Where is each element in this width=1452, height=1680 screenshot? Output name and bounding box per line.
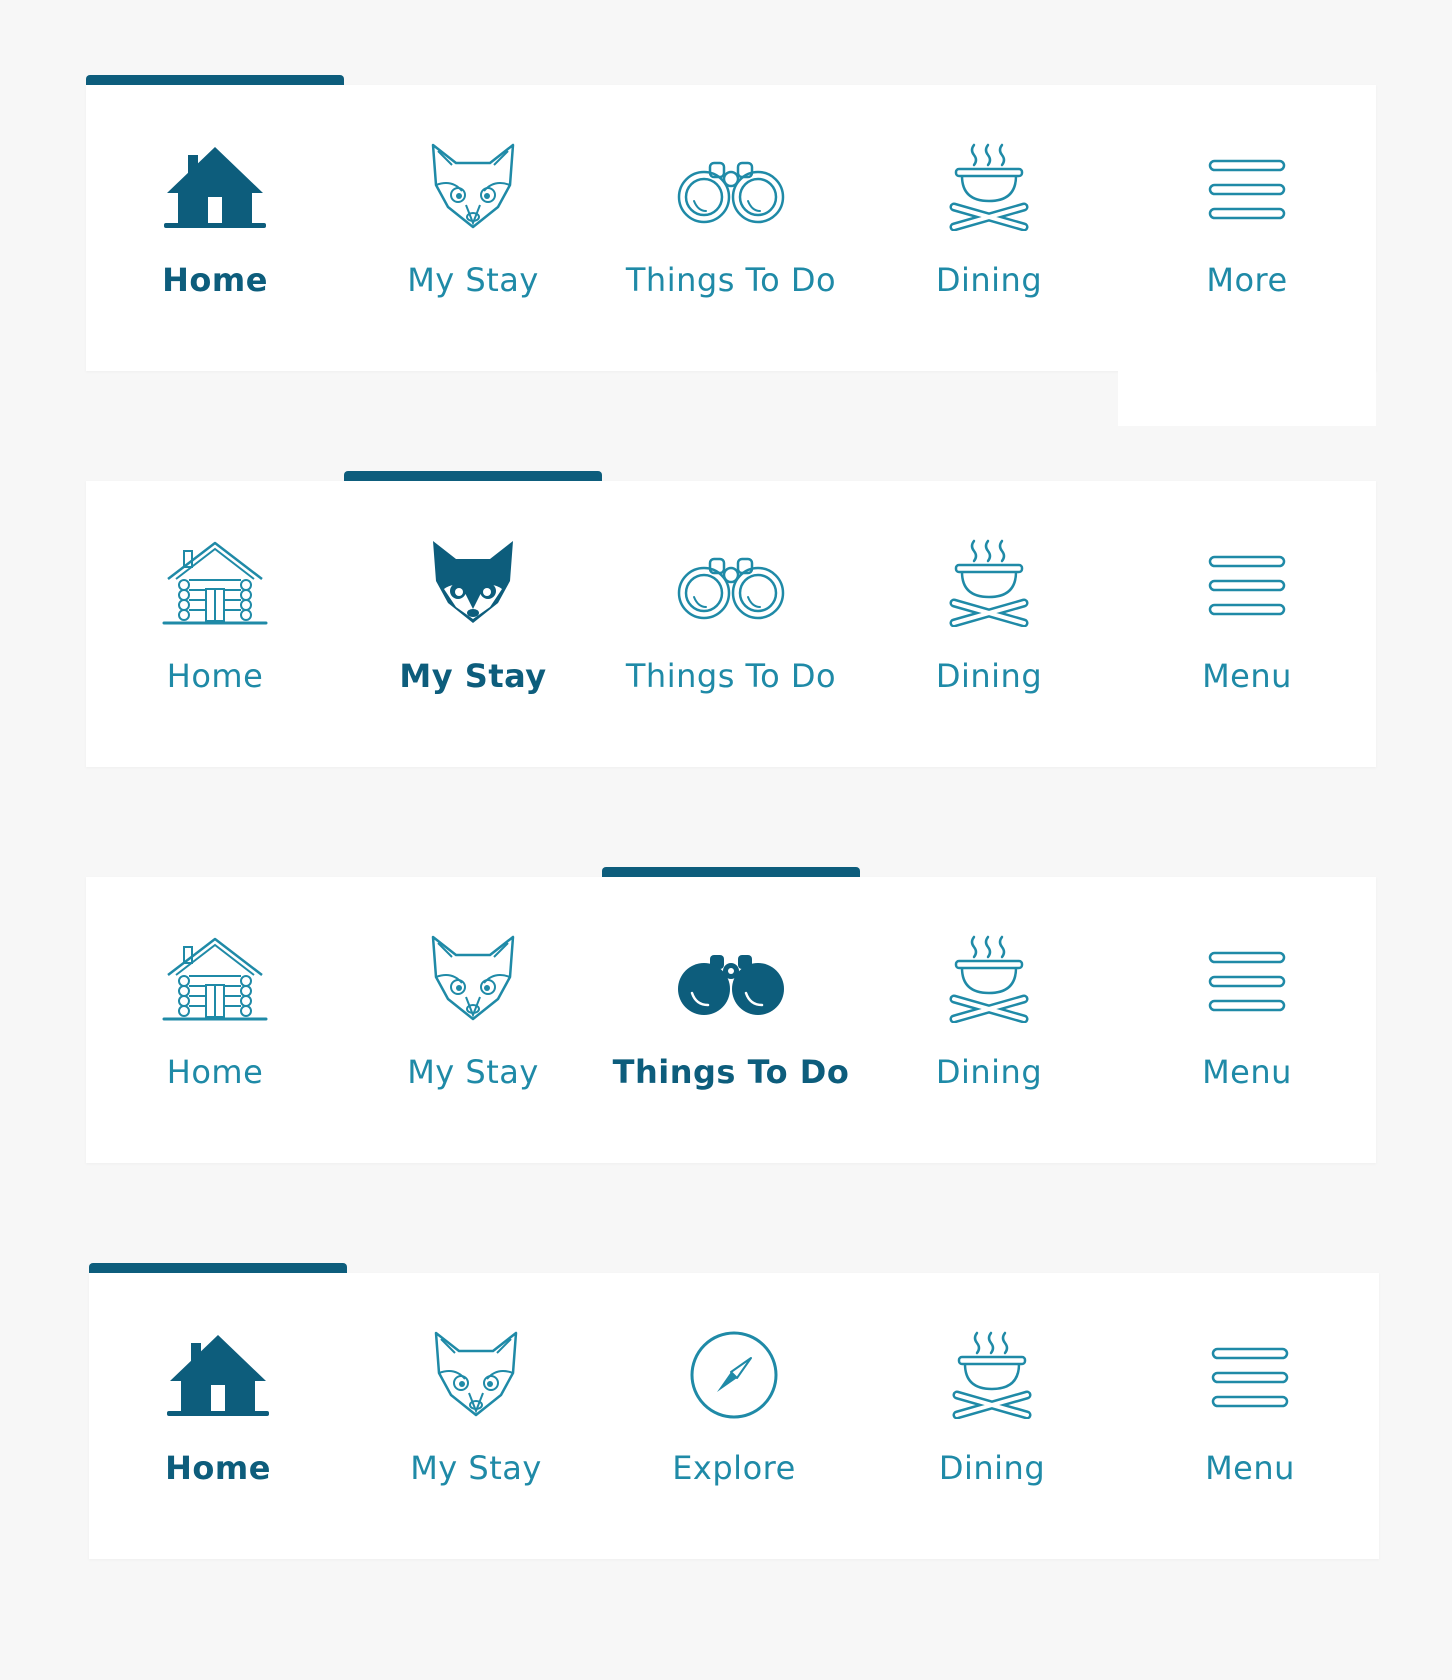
hamburger-icon: [1192, 933, 1302, 1023]
nav-label: Dining: [935, 1053, 1043, 1091]
nav-item-my-stay[interactable]: My Stay: [344, 85, 602, 371]
cooking-pot-icon: [934, 933, 1044, 1023]
bottom-navbar-variant-2: Home My Stay Things To Do Dining Menu: [86, 471, 1376, 767]
active-tab-indicator: [89, 1263, 347, 1273]
nav-item-more[interactable]: More: [1118, 85, 1376, 371]
nav-item-things-to-do[interactable]: Things To Do: [602, 877, 860, 1163]
nav-label: Home: [166, 657, 264, 695]
cooking-pot-icon: [937, 1329, 1047, 1419]
log-cabin-icon: [160, 537, 270, 627]
nav-label: Explore: [672, 1449, 796, 1487]
log-cabin-icon: [160, 933, 270, 1023]
more-flyout-stub: [1118, 371, 1376, 426]
binoculars-icon: [676, 141, 786, 231]
house-icon: [163, 1329, 273, 1419]
nav-label: Things To Do: [625, 261, 837, 299]
nav-label: More: [1206, 261, 1288, 299]
nav-item-my-stay[interactable]: My Stay: [344, 877, 602, 1163]
nav-label: Menu: [1202, 1053, 1292, 1091]
nav-item-explore[interactable]: Explore: [605, 1273, 863, 1559]
nav-label: Menu: [1205, 1449, 1295, 1487]
nav-label: My Stay: [407, 261, 539, 299]
nav-item-home[interactable]: Home: [86, 85, 344, 371]
binoculars-icon: [676, 537, 786, 627]
compass-icon: [679, 1329, 789, 1419]
hamburger-icon: [1192, 141, 1302, 231]
nav-item-my-stay[interactable]: My Stay: [344, 481, 602, 767]
nav-label: Dining: [935, 261, 1043, 299]
nav-item-dining[interactable]: Dining: [860, 481, 1118, 767]
fox-icon: [418, 537, 528, 627]
nav-item-things-to-do[interactable]: Things To Do: [602, 85, 860, 371]
nav-item-dining[interactable]: Dining: [860, 85, 1118, 371]
nav-item-home[interactable]: Home: [89, 1273, 347, 1559]
nav-item-dining[interactable]: Dining: [863, 1273, 1121, 1559]
active-tab-indicator: [602, 867, 860, 877]
house-icon: [160, 141, 270, 231]
nav-label: Things To Do: [612, 1053, 850, 1091]
active-tab-indicator: [86, 75, 344, 85]
nav-label: My Stay: [399, 657, 547, 695]
nav-label: Home: [162, 261, 268, 299]
nav-item-home[interactable]: Home: [86, 877, 344, 1163]
hamburger-icon: [1195, 1329, 1305, 1419]
bottom-navbar-variant-1: Home My Stay Things To Do Dining More: [86, 75, 1376, 371]
active-tab-indicator: [344, 471, 602, 481]
fox-icon: [418, 141, 528, 231]
nav-label: Dining: [938, 1449, 1046, 1487]
binoculars-icon: [676, 933, 786, 1023]
nav-item-things-to-do[interactable]: Things To Do: [602, 481, 860, 767]
cooking-pot-icon: [934, 141, 1044, 231]
bottom-navbar-variant-3: Home My Stay Things To Do Dining Menu: [86, 867, 1376, 1163]
nav-item-menu[interactable]: Menu: [1121, 1273, 1379, 1559]
nav-label: My Stay: [407, 1053, 539, 1091]
nav-label: Home: [165, 1449, 271, 1487]
nav-item-home[interactable]: Home: [86, 481, 344, 767]
fox-icon: [418, 933, 528, 1023]
nav-label: Things To Do: [625, 657, 837, 695]
nav-label: My Stay: [410, 1449, 542, 1487]
fox-icon: [421, 1329, 531, 1419]
hamburger-icon: [1192, 537, 1302, 627]
nav-label: Home: [166, 1053, 264, 1091]
nav-label: Dining: [935, 657, 1043, 695]
nav-label: Menu: [1202, 657, 1292, 695]
nav-item-dining[interactable]: Dining: [860, 877, 1118, 1163]
nav-item-my-stay[interactable]: My Stay: [347, 1273, 605, 1559]
nav-item-menu[interactable]: Menu: [1118, 481, 1376, 767]
nav-item-menu[interactable]: Menu: [1118, 877, 1376, 1163]
cooking-pot-icon: [934, 537, 1044, 627]
bottom-navbar-variant-4: Home My Stay Explore Dining Menu: [89, 1263, 1379, 1559]
